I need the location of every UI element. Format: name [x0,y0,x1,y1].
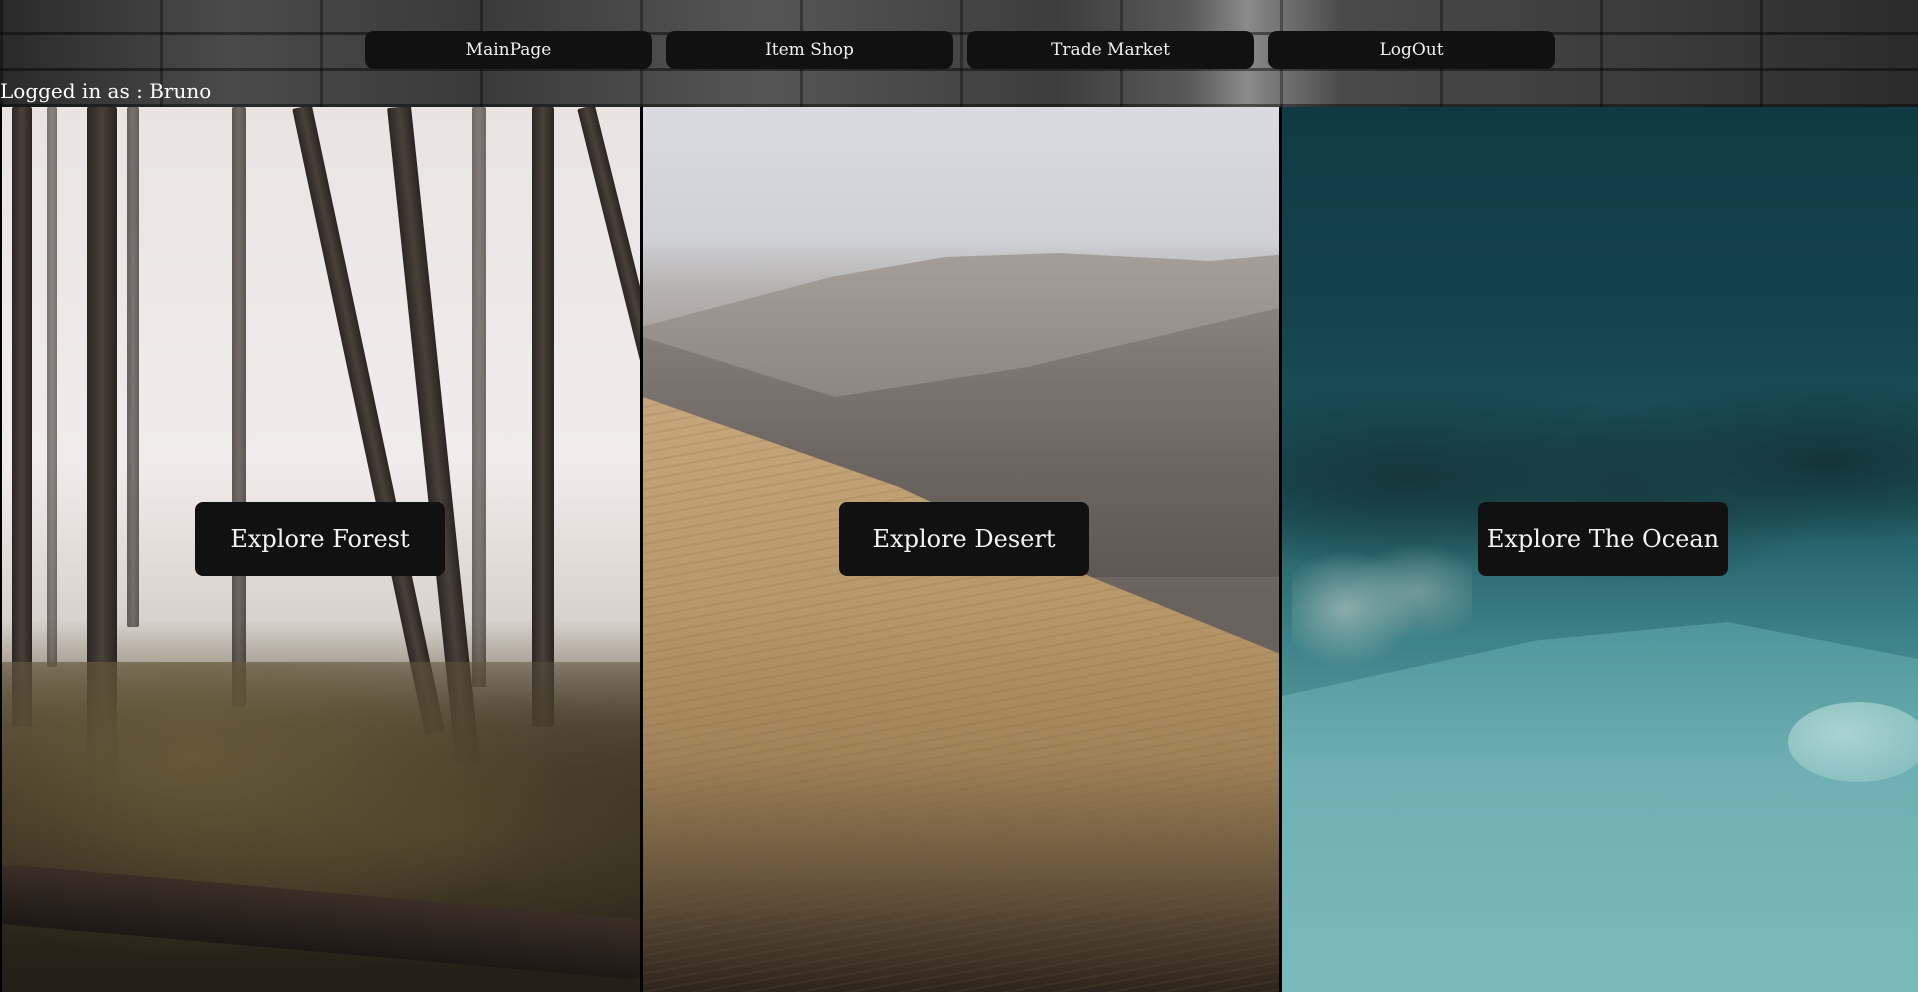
tree-trunk [232,107,246,707]
nav-logout-button[interactable]: LogOut [1268,31,1555,69]
ocean-panel: Explore The Ocean [1282,107,1918,992]
tree-trunk [472,107,486,687]
ocean-floor [1282,622,1918,992]
login-status-text: Logged in as : Bruno [0,79,212,103]
explore-forest-button[interactable]: Explore Forest [195,502,445,576]
main-nav: MainPage Item Shop Trade Market LogOut [365,31,1555,69]
tree-trunk [127,107,139,627]
explore-panels: Explore Forest Explore Desert Explore Th… [0,107,1918,992]
tree-trunk [47,107,57,667]
coral [1292,507,1472,677]
ocean-boulder [1788,702,1918,782]
forest-panel: Explore Forest [2,107,640,992]
tree-trunk [12,107,32,727]
desert-panel: Explore Desert [643,107,1279,992]
header-bar: MainPage Item Shop Trade Market LogOut L… [0,0,1918,107]
nav-item-shop-button[interactable]: Item Shop [666,31,953,69]
explore-ocean-button[interactable]: Explore The Ocean [1478,502,1728,576]
nav-mainpage-button[interactable]: MainPage [365,31,652,69]
nav-trade-market-button[interactable]: Trade Market [967,31,1254,69]
tree-trunk [532,107,554,727]
explore-desert-button[interactable]: Explore Desert [839,502,1089,576]
